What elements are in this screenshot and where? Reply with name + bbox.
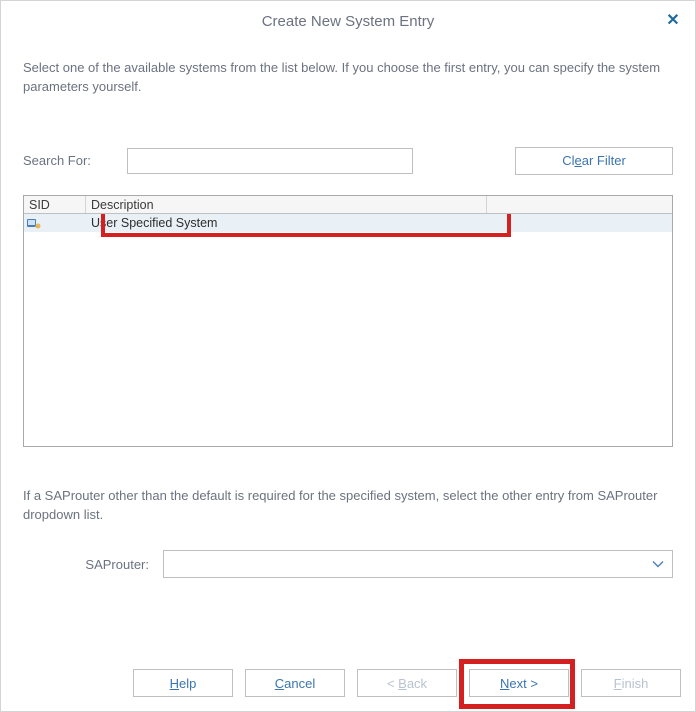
next-button[interactable]: Next > [469, 669, 569, 697]
search-input[interactable] [127, 148, 413, 174]
titlebar: Create New System Entry ✕ [1, 1, 695, 41]
column-sid[interactable]: SID [24, 196, 86, 213]
column-description[interactable]: Description [86, 196, 487, 213]
saprouter-select[interactable] [163, 550, 673, 578]
instruction-text: Select one of the available systems from… [23, 59, 673, 97]
help-button[interactable]: Help [133, 669, 233, 697]
cancel-button[interactable]: Cancel [245, 669, 345, 697]
chevron-down-icon [652, 557, 664, 572]
search-label: Search For: [23, 153, 127, 168]
table-body: User Specified System [24, 214, 672, 446]
systems-table: SID Description User [23, 195, 673, 447]
close-icon[interactable]: ✕ [663, 11, 683, 31]
cell-sid [24, 214, 86, 232]
finish-button: Finish [581, 669, 681, 697]
system-icon [27, 217, 41, 229]
saprouter-label: SAProuter: [23, 557, 163, 572]
cell-description: User Specified System [86, 214, 672, 232]
table-row[interactable]: User Specified System [24, 214, 672, 232]
saprouter-note: If a SAProuter other than the default is… [23, 487, 673, 525]
table-header: SID Description [24, 196, 672, 214]
saprouter-row: SAProuter: [23, 550, 673, 578]
column-spacer [487, 196, 672, 213]
back-button: < Back [357, 669, 457, 697]
dialog-title: Create New System Entry [262, 13, 435, 30]
dialog-body: Select one of the available systems from… [1, 41, 695, 659]
dialog-create-system-entry: Create New System Entry ✕ Select one of … [0, 0, 696, 712]
clear-filter-button[interactable]: Clear Filter [515, 147, 673, 175]
search-row: Search For: Clear Filter [23, 147, 673, 175]
button-bar: Help Cancel < Back Next > Finish [1, 659, 695, 711]
